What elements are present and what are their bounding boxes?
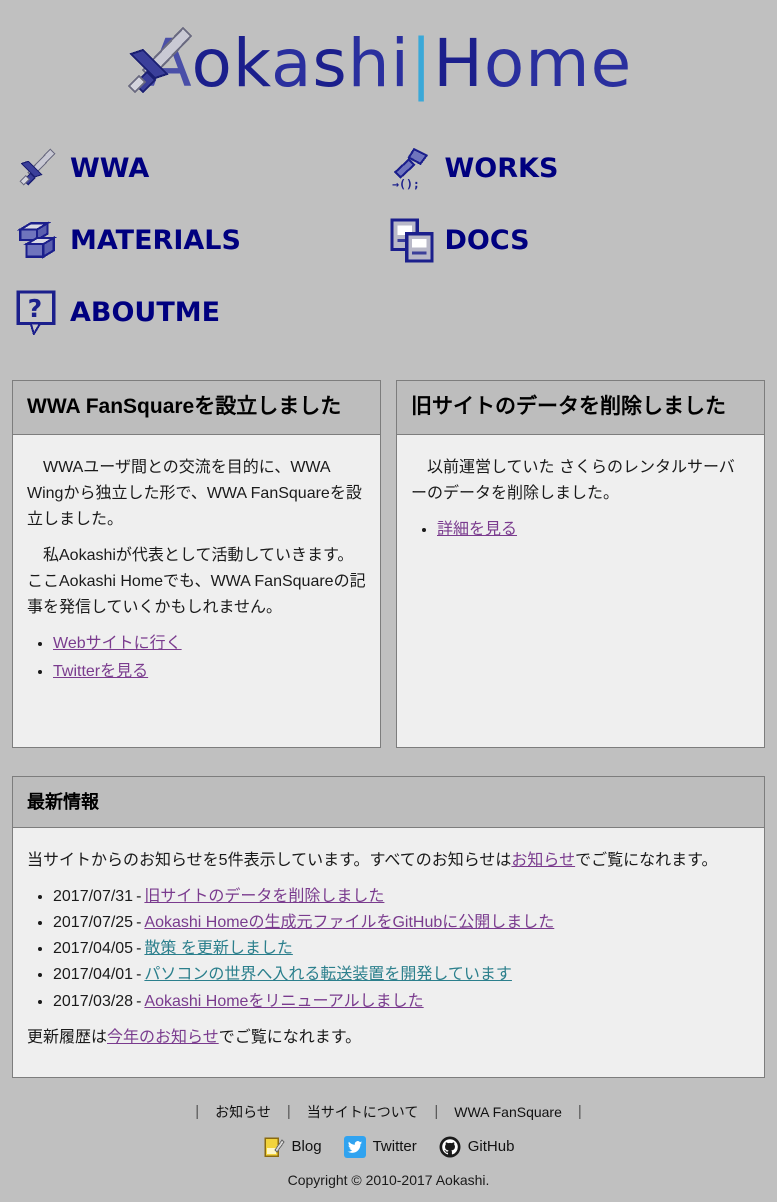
list-item: 2017/07/31-旧サイトのデータを削除しました [53,884,750,910]
nav-label: WWA [70,152,150,184]
nav-label: ABOUTME [70,296,221,328]
footer-nav: | お知らせ | 当サイトについて | WWA FanSquare | [0,1102,777,1122]
news-link[interactable]: Aokashi Homeをリニューアルしました [144,993,423,1010]
panel-link-list: 詳細を見る [411,517,750,543]
link-year-news[interactable]: 今年のお知らせ [107,1029,219,1046]
list-item: 2017/07/25-Aokashi Homeの生成元ファイルをGitHubに公… [53,910,750,936]
panel-latest-news: 最新情報 当サイトからのお知らせを5件表示しています。すべてのお知らせはお知らせ… [12,776,765,1078]
panel-fansquare: WWA FanSquareを設立しました WWAユーザ間との交流を目的に、WWA… [12,380,381,748]
panel-paragraph: 以前運営していた さくらのレンタルサーバーのデータを削除しました。 [411,459,735,503]
social-link-twitter[interactable]: Twitter [343,1135,417,1158]
highlight-panels: WWA FanSquareを設立しました WWAユーザ間との交流を目的に、WWA… [0,348,777,748]
twitter-bird-icon [343,1135,366,1158]
list-item: 2017/04/05-散策 を更新しました [53,936,750,962]
news-outro: 更新履歴は今年のお知らせでご覧になれます。 [27,1025,750,1051]
news-intro-before: 当サイトからのお知らせを5件表示しています。すべてのお知らせは [27,852,512,870]
list-item: 詳細を見る [437,517,750,543]
panel-title: 旧サイトのデータを削除しました [397,381,764,436]
news-separator: - [136,888,142,906]
news-link[interactable]: パソコンの世界へ入れる転送装置を開発しています [144,966,512,983]
panel-link-list: Webサイトに行く Twitterを見る [27,631,366,685]
link-all-news[interactable]: お知らせ [511,852,575,869]
link-details[interactable]: 詳細を見る [437,521,517,538]
nav-item-docs[interactable]: DOCS [389,204,764,276]
news-separator: - [136,966,142,984]
site-header: Aokashi|Home [0,0,777,128]
github-octocat-icon [439,1136,461,1158]
news-date: 2017/04/01 [53,966,134,984]
news-intro-after: でご覧になれます。 [575,852,718,870]
news-outro-before: 更新履歴は [27,1028,108,1046]
footer-link-about[interactable]: 当サイトについて [307,1102,419,1122]
panel-paragraph: 私Aokashiが代表として活動していきます。ここAokashi Homeでも、… [27,547,366,616]
footer-separator: | [286,1103,291,1120]
nav-item-works[interactable]: →(); WORKS [389,132,764,204]
question-balloon-icon: ? [14,288,60,336]
nav-label: WORKS [444,152,559,184]
news-date: 2017/03/28 [53,992,134,1010]
list-item: Webサイトに行く [53,631,366,657]
svg-text:?: ? [28,294,43,323]
site-logo[interactable]: Aokashi|Home [127,22,649,106]
news-intro: 当サイトからのお知らせを5件表示しています。すべてのお知らせはお知らせでご覧にな… [27,848,750,874]
sword-icon [127,26,192,94]
footer-separator: | [577,1103,582,1120]
nav-label: DOCS [444,224,530,256]
social-label: Blog [291,1138,322,1155]
sword-icon [14,144,60,192]
footer-separator: | [195,1103,200,1120]
footer-link-news[interactable]: お知らせ [215,1102,271,1122]
panel-title: WWA FanSquareを設立しました [13,381,380,436]
social-link-github[interactable]: GitHub [439,1136,515,1158]
logo-text: Aokashi|Home [146,25,633,102]
news-title: 最新情報 [13,777,764,829]
nav-item-wwa[interactable]: WWA [14,132,389,204]
footer-separator: | [434,1103,439,1120]
link-website[interactable]: Webサイトに行く [53,635,182,652]
list-item: 2017/03/28-Aokashi Homeをリニューアルしました [53,989,750,1015]
boxes-icon [14,216,60,264]
news-date: 2017/07/31 [53,888,134,906]
news-link[interactable]: Aokashi Homeの生成元ファイルをGitHubに公開しました [144,914,554,931]
news-link[interactable]: 旧サイトのデータを削除しました [144,888,384,905]
list-item: 2017/04/01-パソコンの世界へ入れる転送装置を開発しています [53,962,750,988]
news-body: 当サイトからのお知らせを5件表示しています。すべてのお知らせはお知らせでご覧にな… [13,828,764,1076]
svg-text:→();: →(); [392,177,420,190]
list-item: Twitterを見る [53,659,366,685]
panel-body: WWAユーザ間との交流を目的に、WWA Wingから独立した形で、WWA Fan… [13,435,380,747]
news-separator: - [136,940,142,958]
notepad-pencil-icon [263,1136,285,1158]
social-label: GitHub [467,1138,515,1155]
nav-label: MATERIALS [70,224,241,256]
documents-icon [389,216,435,264]
news-separator: - [136,992,142,1010]
copyright-text: Copyright © 2010-2017 Aokashi. [287,1171,490,1188]
social-link-blog[interactable]: Blog [263,1136,322,1158]
main-nav: WWA →(); WORKS MATERIALS DOCS ? ABOUTME [0,128,763,348]
link-twitter[interactable]: Twitterを見る [53,663,148,680]
news-list: 2017/07/31-旧サイトのデータを削除しました 2017/07/25-Ao… [27,884,750,1014]
news-date: 2017/04/05 [53,940,134,958]
panel-oldsite: 旧サイトのデータを削除しました 以前運営していた さくらのレンタルサーバーのデー… [396,380,765,748]
nav-item-aboutme[interactable]: ? ABOUTME [14,276,389,348]
site-footer: | お知らせ | 当サイトについて | WWA FanSquare | Blog [0,1102,777,1202]
news-separator: - [136,914,142,932]
panel-paragraph: WWAユーザ間との交流を目的に、WWA Wingから独立した形で、WWA Fan… [27,459,362,529]
nav-item-materials[interactable]: MATERIALS [14,204,389,276]
social-label: Twitter [372,1138,417,1155]
news-outro-after: でご覧になれます。 [218,1028,362,1046]
news-date: 2017/07/25 [53,914,134,932]
social-links: Blog Twitter GitHub [0,1135,777,1158]
hammer-code-icon: →(); [389,144,435,192]
news-link[interactable]: 散策 を更新しました [144,940,292,957]
panel-body: 以前運営していた さくらのレンタルサーバーのデータを削除しました。 詳細を見る [397,435,764,747]
footer-link-fansquare[interactable]: WWA FanSquare [454,1104,562,1120]
